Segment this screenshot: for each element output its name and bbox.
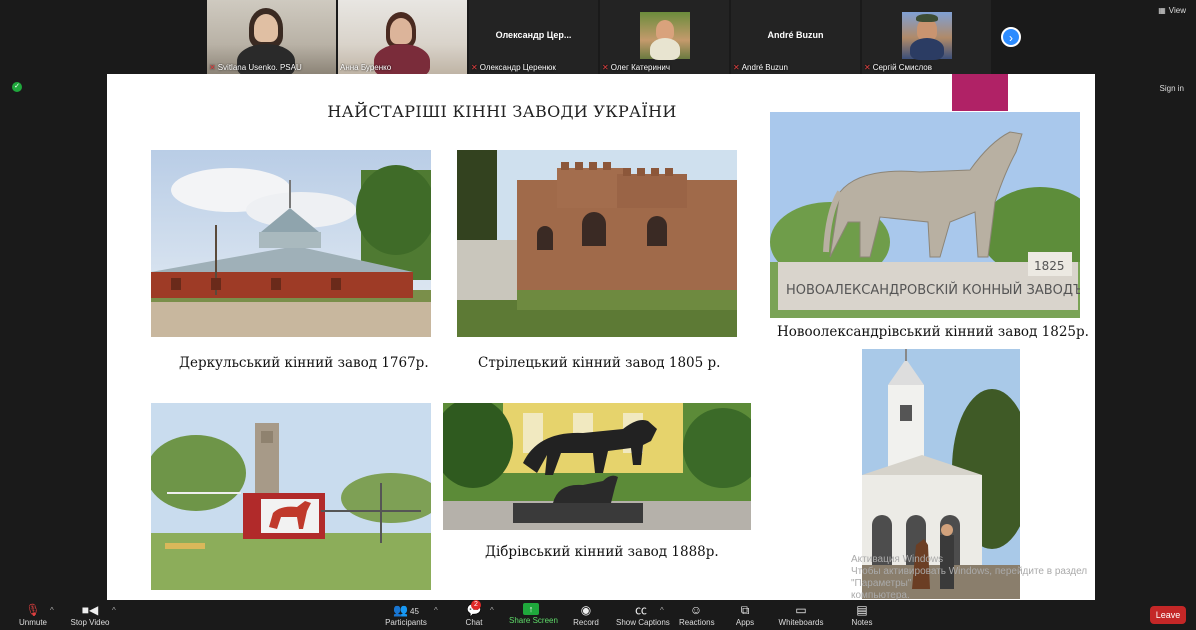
whiteboard-icon: ▭ xyxy=(795,603,807,617)
whiteboards-button[interactable]: ▭ Whiteboards xyxy=(778,603,824,627)
muted-mic-icon: ✕ xyxy=(864,63,871,72)
caption-striletskyi: Стрілецький кінний завод 1805 р. xyxy=(478,355,721,371)
chat-options-caret[interactable]: ^ xyxy=(490,606,494,615)
video-tile-oleksandr[interactable]: Олександр Цер... ✕ Олександр Церенюк xyxy=(469,0,598,74)
participant-name: ✕ Олександр Церенюк xyxy=(471,63,556,72)
leave-meeting-button[interactable]: Leave xyxy=(1150,606,1186,624)
video-tile-oleh[interactable]: ✕ Олег Катеринич xyxy=(600,0,729,74)
participant-display-name: André Buzun xyxy=(767,30,824,40)
video-tile-andre[interactable]: André Buzun ✕ André Buzun xyxy=(731,0,860,74)
chat-bubble-icon: 💬 2 xyxy=(466,600,482,617)
grid-icon: ▦ xyxy=(1158,6,1166,15)
next-participants-button[interactable]: › xyxy=(1001,27,1021,47)
chevron-right-icon: › xyxy=(1009,31,1013,45)
muted-mic-icon: ✕ xyxy=(602,63,609,72)
participants-options-caret[interactable]: ^ xyxy=(434,606,438,615)
slide-accent-bar xyxy=(952,74,1008,111)
unmute-button[interactable]: 🎙 Unmute xyxy=(18,603,48,627)
photo-village-horse-sign xyxy=(151,403,431,590)
participants-button[interactable]: 👥 45 Participants xyxy=(385,603,427,627)
video-strip: ✕ Svitlana Usenko. PSAU Анна Буренко Олек… xyxy=(207,0,991,74)
participants-icon: 👥 45 xyxy=(393,603,419,617)
sign-in-link[interactable]: Sign in xyxy=(1160,84,1184,93)
participant-display-name: Олександр Цер... xyxy=(495,30,572,40)
record-button[interactable]: ◉ Record xyxy=(573,603,599,627)
video-camera-icon: ■◀ xyxy=(81,603,99,617)
monument-year: 1825 xyxy=(1034,259,1065,273)
caption-novooleksandrivskyi: Новоолександрівський кінний завод 1825р. xyxy=(777,324,1089,340)
chat-unread-badge: 2 xyxy=(471,600,481,610)
participants-count: 45 xyxy=(410,607,419,616)
video-feed xyxy=(901,12,952,60)
notes-icon: ▤ xyxy=(856,603,868,617)
windows-activation-watermark: Активация Windows Чтобы активировать Win… xyxy=(851,554,1088,600)
stop-video-button[interactable]: ■◀ Stop Video xyxy=(70,603,110,627)
muted-mic-icon: ✕ xyxy=(471,63,478,72)
view-button[interactable]: ▦ View xyxy=(1158,6,1186,15)
caption-dibrivskyi: Дібрівський кінний завод 1888р. xyxy=(485,544,719,560)
photo-striletskyi-building xyxy=(457,150,737,337)
chat-button[interactable]: 💬 2 Chat xyxy=(462,600,486,627)
share-screen-button[interactable]: ↑ Share Screen xyxy=(509,603,558,625)
photo-dibrivskyi-horse-statue xyxy=(443,403,751,530)
reactions-smiley-icon: ☺ xyxy=(689,603,703,617)
reactions-button[interactable]: ☺ Reactions xyxy=(679,603,715,627)
monument-inscription: НОВОАЛЕКСАНДРОВСКІЙ КОННЫЙ ЗАВОДЪ xyxy=(786,282,1080,298)
meeting-toolbar: 🎙 Unmute ^ ■◀ Stop Video ^ 👥 45 Participa… xyxy=(0,600,1196,630)
photo-novooleksandrivskyi-monument: НОВОАЛЕКСАНДРОВСКІЙ КОННЫЙ ЗАВОДЪ 1825 xyxy=(770,112,1080,318)
caption-derkul: Деркульський кінний завод 1767р. xyxy=(179,355,429,371)
video-feed xyxy=(639,12,690,60)
video-tile-anna[interactable]: Анна Буренко xyxy=(338,0,467,74)
participant-name: ✕ Svitlana Usenko. PSAU xyxy=(209,63,302,72)
show-captions-button[interactable]: ㏄ Show Captions xyxy=(616,603,670,627)
video-tile-serhii[interactable]: ✕ Сергій Смислов xyxy=(862,0,991,74)
notes-button[interactable]: ▤ Notes xyxy=(850,603,874,627)
participant-name: Анна Буренко xyxy=(340,63,392,72)
apps-button[interactable]: ⧉ Apps xyxy=(735,603,755,627)
share-screen-icon: ↑ xyxy=(523,603,539,615)
video-options-caret[interactable]: ^ xyxy=(112,606,116,615)
audio-options-caret[interactable]: ^ xyxy=(50,606,54,615)
captions-options-caret[interactable]: ^ xyxy=(660,606,664,615)
shared-screen-slide: НАЙСТАРІШІ КІННІ ЗАВОДИ УКРАЇНИ Деркульс… xyxy=(107,74,1095,600)
participant-name: ✕ André Buzun xyxy=(733,63,788,72)
apps-icon: ⧉ xyxy=(740,603,750,617)
participant-name: ✕ Олег Катеринич xyxy=(602,63,671,72)
participant-name: ✕ Сергій Смислов xyxy=(864,63,932,72)
security-shield-icon[interactable]: ✓ xyxy=(12,82,22,92)
closed-captions-icon: ㏄ xyxy=(634,603,647,617)
muted-mic-icon: ✕ xyxy=(733,63,740,72)
photo-derkul-stable xyxy=(151,150,431,337)
muted-microphone-icon: 🎙 xyxy=(25,603,41,617)
muted-mic-icon: ✕ xyxy=(209,63,216,72)
video-tile-svitlana[interactable]: ✕ Svitlana Usenko. PSAU xyxy=(207,0,336,74)
record-icon: ◉ xyxy=(580,603,592,617)
